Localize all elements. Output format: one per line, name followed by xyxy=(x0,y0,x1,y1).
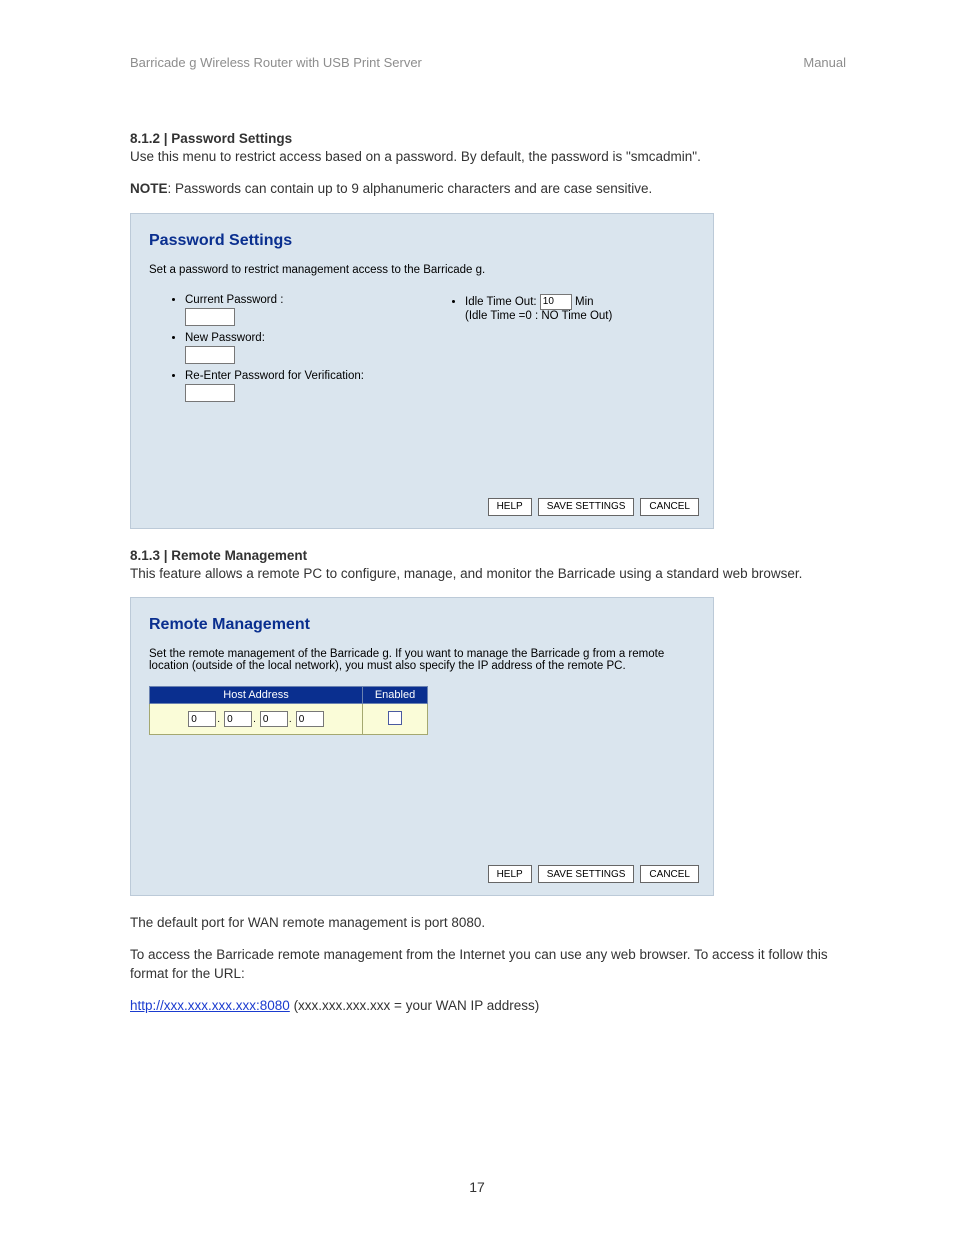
section-812-block: 8.1.2 | Password Settings Use this menu … xyxy=(130,130,846,166)
access-instructions-text: To access the Barricade remote managemen… xyxy=(130,946,846,982)
help-button[interactable]: HELP xyxy=(488,498,532,516)
table-row: . . . xyxy=(150,704,428,735)
password-settings-panel: Password Settings Set a password to rest… xyxy=(130,213,714,529)
th-host-address: Host Address xyxy=(150,687,363,704)
example-url-link[interactable]: http://xxx.xxx.xxx.xxx:8080 xyxy=(130,998,290,1013)
section-813-heading: 8.1.3 | Remote Management xyxy=(130,548,307,563)
panel1-title: Password Settings xyxy=(149,232,699,250)
remote-management-panel: Remote Management Set the remote managem… xyxy=(130,597,714,896)
idle-timeout-input[interactable] xyxy=(540,294,572,310)
panel1-desc: Set a password to restrict management ac… xyxy=(149,264,699,276)
section-813-block: 8.1.3 | Remote Management This feature a… xyxy=(130,547,846,583)
current-password-input[interactable] xyxy=(185,308,235,326)
host-octet-1[interactable] xyxy=(188,711,216,727)
doc-type: Manual xyxy=(803,55,846,70)
remote-management-table: Host Address Enabled . . . xyxy=(149,686,428,735)
note-block: NOTE: Passwords can contain up to 9 alph… xyxy=(130,180,846,198)
save-settings-button[interactable]: SAVE SETTINGS xyxy=(538,865,635,883)
panel2-desc: Set the remote management of the Barrica… xyxy=(149,648,699,672)
section-812-intro: Use this menu to restrict access based o… xyxy=(130,149,701,164)
host-octet-4[interactable] xyxy=(296,711,324,727)
page-number: 17 xyxy=(0,1179,954,1195)
enabled-checkbox[interactable] xyxy=(388,711,402,725)
section-813-intro: This feature allows a remote PC to confi… xyxy=(130,566,802,581)
note-body: : Passwords can contain up to 9 alphanum… xyxy=(168,181,653,196)
th-enabled: Enabled xyxy=(363,687,428,704)
idle-timeout-label-pre: Idle Time Out: xyxy=(465,296,540,308)
idle-timeout-note: (Idle Time =0 : NO Time Out) xyxy=(465,310,612,322)
panel2-title: Remote Management xyxy=(149,616,699,634)
cancel-button[interactable]: CANCEL xyxy=(640,865,699,883)
default-port-text: The default port for WAN remote manageme… xyxy=(130,914,846,932)
reenter-password-label: Re-Enter Password for Verification: xyxy=(185,370,364,382)
cancel-button[interactable]: CANCEL xyxy=(640,498,699,516)
host-octet-3[interactable] xyxy=(260,711,288,727)
host-octet-2[interactable] xyxy=(224,711,252,727)
help-button[interactable]: HELP xyxy=(488,865,532,883)
note-label: NOTE xyxy=(130,181,168,196)
section-812-heading: 8.1.2 | Password Settings xyxy=(130,131,292,146)
save-settings-button[interactable]: SAVE SETTINGS xyxy=(538,498,635,516)
new-password-input[interactable] xyxy=(185,346,235,364)
product-name: Barricade g Wireless Router with USB Pri… xyxy=(130,55,422,70)
example-url-explain: (xxx.xxx.xxx.xxx = your WAN IP address) xyxy=(290,998,539,1013)
running-header: Barricade g Wireless Router with USB Pri… xyxy=(130,55,846,70)
new-password-label: New Password: xyxy=(185,332,265,344)
idle-timeout-label-post: Min xyxy=(575,296,594,308)
reenter-password-input[interactable] xyxy=(185,384,235,402)
current-password-label: Current Password : xyxy=(185,294,283,306)
